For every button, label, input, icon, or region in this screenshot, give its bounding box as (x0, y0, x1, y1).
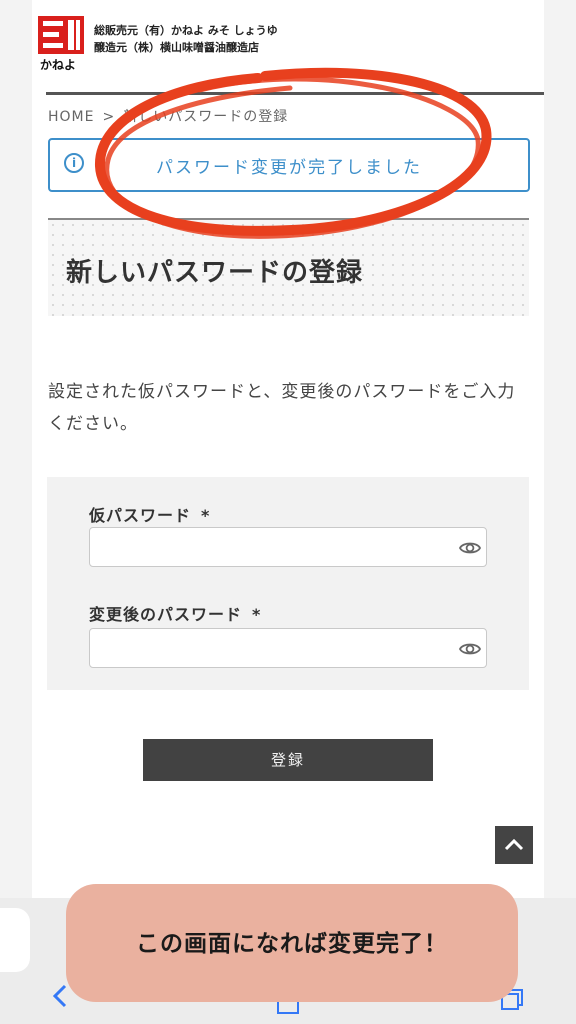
company-line-2: 醸造元（株）横山味噌醤油醸造店 (94, 41, 259, 54)
breadcrumb-home-link[interactable]: HOME (48, 109, 94, 125)
page-title-box: 新しいパスワードの登録 (48, 218, 529, 316)
new-password-label: 変更後のパスワード * (89, 601, 261, 625)
success-notice: i パスワード変更が完了しました (48, 138, 530, 192)
chevron-up-icon (504, 838, 524, 851)
eye-icon[interactable] (458, 536, 482, 560)
logo-text: かねよ (40, 58, 77, 72)
breadcrumb-separator: > (102, 109, 116, 125)
breadcrumb-current: 新しいパスワードの登録 (123, 109, 289, 125)
callout-text: この画面になれば変更完了！ (136, 931, 448, 957)
required-mark: * (252, 605, 262, 624)
browser-side-tab (0, 908, 30, 972)
required-mark: * (201, 506, 211, 525)
annotation-callout: この画面になれば変更完了！ (66, 884, 518, 1002)
eye-icon[interactable] (458, 637, 482, 661)
back-to-top-button[interactable] (495, 826, 533, 864)
register-button[interactable]: 登録 (143, 739, 433, 781)
company-line-1: 総販売元（有）かねよ みそ しょうゆ (94, 24, 278, 37)
password-form: 仮パスワード * 変更後のパスワード * (47, 477, 529, 690)
company-info: 総販売元（有）かねよ みそ しょうゆ 醸造元（株）横山味噌醤油醸造店 (94, 22, 278, 56)
new-password-input[interactable] (89, 628, 487, 668)
page-title: 新しいパスワードの登録 (66, 258, 364, 288)
temp-password-input[interactable] (89, 527, 487, 567)
temp-password-label-text: 仮パスワード (89, 506, 192, 525)
notice-message: パスワード変更が完了しました (156, 158, 422, 178)
company-logo[interactable]: かねよ (38, 16, 90, 72)
page: かねよ 総販売元（有）かねよ みそ しょうゆ 醸造元（株）横山味噌醤油醸造店 H… (32, 0, 544, 1024)
new-password-label-text: 変更後のパスワード (89, 605, 243, 624)
header-divider (46, 92, 544, 95)
intro-text: 設定された仮パスワードと、変更後のパスワードをご入力ください。 (48, 382, 516, 434)
back-arrow-icon[interactable] (50, 982, 70, 1010)
site-header: かねよ 総販売元（有）かねよ みそ しょうゆ 醸造元（株）横山味噌醤油醸造店 (32, 0, 544, 95)
temp-password-label: 仮パスワード * (89, 502, 210, 526)
breadcrumb: HOME > 新しいパスワードの登録 (48, 106, 288, 126)
